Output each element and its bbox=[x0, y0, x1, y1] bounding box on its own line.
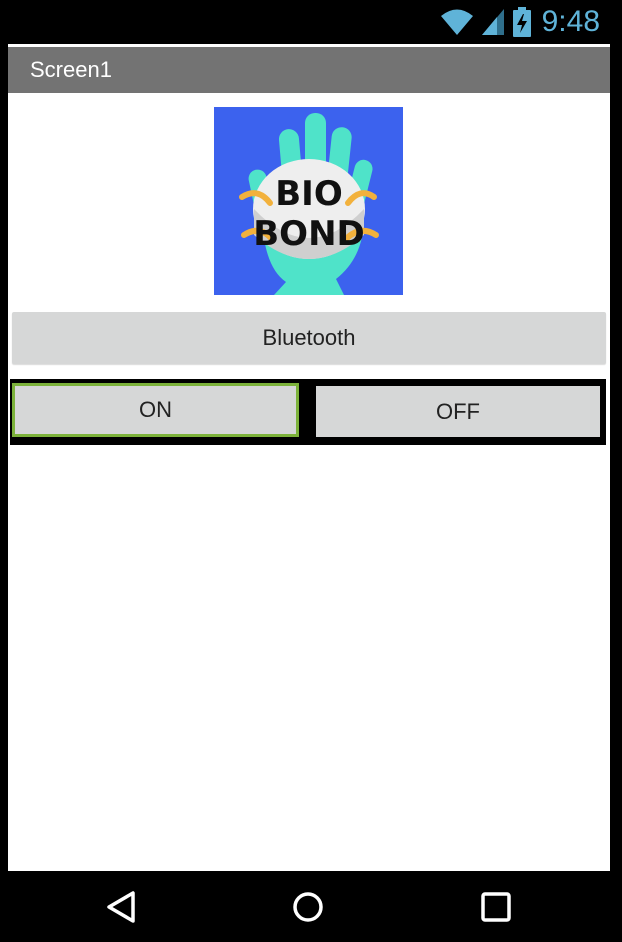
off-button[interactable]: OFF bbox=[316, 386, 600, 437]
app-screen: Screen1 BIO BOND Bluetooth ON OFF bbox=[8, 44, 610, 871]
bio-bond-logo: BIO BOND bbox=[214, 107, 403, 295]
on-button[interactable]: ON bbox=[12, 383, 299, 437]
wifi-icon bbox=[440, 9, 473, 35]
hand-mask-icon: BIO BOND bbox=[239, 113, 379, 295]
status-time: 9:48 bbox=[541, 5, 600, 38]
logo-text-line1: BIO bbox=[275, 174, 342, 214]
recents-icon[interactable] bbox=[478, 889, 514, 925]
title-bar: Screen1 bbox=[8, 47, 610, 93]
back-icon[interactable] bbox=[103, 889, 139, 925]
home-icon[interactable] bbox=[290, 889, 326, 925]
navigation-bar bbox=[0, 871, 622, 942]
content-area bbox=[8, 445, 610, 871]
cell-signal-icon bbox=[481, 9, 504, 35]
status-bar: 9:48 bbox=[0, 0, 622, 44]
bluetooth-button[interactable]: Bluetooth bbox=[12, 312, 606, 364]
screen-title: Screen1 bbox=[30, 57, 112, 82]
status-icons: 9:48 bbox=[440, 4, 600, 40]
battery-icon bbox=[512, 7, 531, 37]
toggle-row: ON OFF bbox=[10, 379, 606, 445]
logo-text-line2: BOND bbox=[253, 214, 365, 254]
device-frame: 9:48 Screen1 BIO BOND Bluetooth ON OFF bbox=[0, 0, 622, 942]
